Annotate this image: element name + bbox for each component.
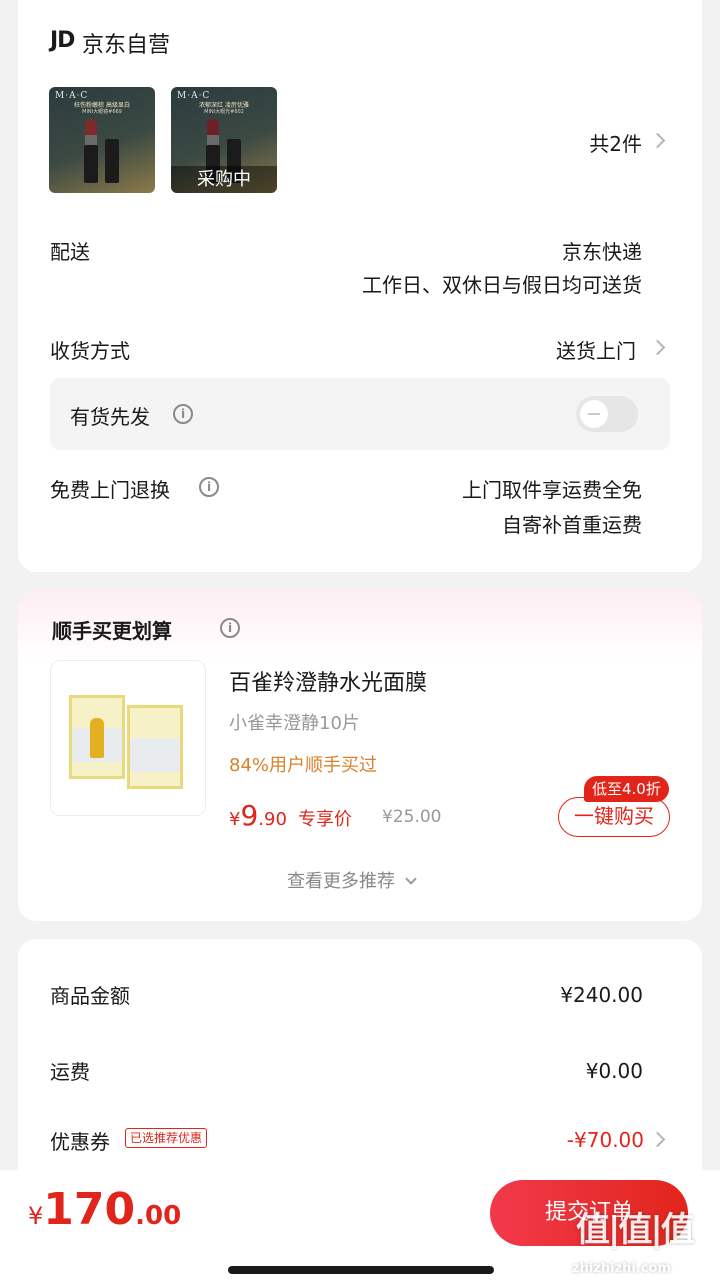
home-indicator[interactable]: [228, 1266, 494, 1274]
ship-first-row: 有货先发 i: [50, 378, 670, 450]
coupon-tag: 已选推荐优惠: [125, 1128, 208, 1148]
chevron-right-icon[interactable]: [649, 1131, 666, 1148]
watermark-logo: 值|值|值: [576, 1210, 695, 1250]
upsell-social-proof: 84%用户顺手买过: [229, 755, 378, 776]
chevron-right-icon[interactable]: [649, 132, 666, 149]
lipstick-bullet: [207, 119, 219, 135]
price-tag: 专享价: [298, 809, 353, 830]
mask-pack-back: [69, 695, 125, 779]
chevron-down-icon: [405, 873, 417, 885]
upsell-spec: 小雀幸澄静10片: [229, 713, 360, 734]
product-shade: MINI大眼光#602: [204, 109, 244, 115]
more-recommendations[interactable]: 查看更多推荐: [287, 867, 417, 893]
lipstick-tube: [84, 145, 98, 183]
total-currency: ¥: [28, 1202, 44, 1230]
upsell-price: ¥9.90 专享价: [229, 799, 352, 832]
goods-amount-value: ¥240.00: [560, 983, 643, 1007]
ship-first-toggle[interactable]: [576, 396, 638, 432]
receive-value[interactable]: 送货上门: [556, 335, 636, 364]
store-name: 京东自营: [82, 33, 171, 58]
product-thumb-1[interactable]: M·A·C 枉伤粉嫩棕 高级显白 MINI大眼镜#669: [49, 87, 155, 193]
jd-logo: JD: [50, 28, 75, 53]
price-integer: 9: [240, 799, 259, 832]
lipstick-bullet: [85, 119, 97, 135]
chevron-right-icon[interactable]: [649, 339, 666, 356]
bottom-bar: ¥170.00 提交订单 值|值|值 zhizhizhi.com: [0, 1170, 720, 1285]
delivery-label: 配送: [50, 240, 90, 264]
info-icon[interactable]: i: [220, 618, 240, 638]
receive-label: 收货方式: [50, 339, 130, 363]
mask-product-image[interactable]: [50, 660, 206, 816]
upsell-original-price: ¥25.00: [382, 807, 442, 827]
item-count[interactable]: 共2件: [589, 128, 642, 157]
info-icon[interactable]: i: [173, 404, 193, 424]
upsell-title: 顺手买更划算: [52, 619, 172, 643]
price-currency: ¥: [229, 809, 241, 830]
total-decimal: .00: [135, 1201, 182, 1231]
free-return-line2: 自寄补首重运费: [502, 513, 642, 537]
delivery-carrier: 京东快递: [562, 240, 642, 264]
toggle-knob: [580, 400, 608, 428]
lipstick-band: [85, 135, 97, 145]
free-return-label: 免费上门退换: [50, 478, 170, 502]
price-decimal: .90: [258, 809, 287, 830]
product-thumb-2[interactable]: M·A·C 浓郁深红 凌厉优雅 MINI大眼光#602 采购中: [171, 87, 277, 193]
upsell-product-name[interactable]: 百雀羚澄静水光面膜: [229, 665, 427, 697]
goods-amount-label: 商品金额: [50, 984, 130, 1008]
purchasing-caption: 采购中: [171, 166, 277, 193]
info-icon[interactable]: i: [199, 477, 219, 497]
coupon-value[interactable]: -¥70.00: [567, 1128, 644, 1152]
total-price: ¥170.00: [28, 1184, 181, 1235]
total-integer: 170: [43, 1184, 136, 1235]
upsell-card: 顺手买更划算 i 百雀羚澄静水光面膜 小雀幸澄静10片 84%用户顺手买过 ¥9…: [18, 590, 702, 921]
mask-pack-front: [127, 705, 183, 789]
more-label: 查看更多推荐: [287, 871, 395, 892]
delivery-schedule: 工作日、双休日与假日均可送货: [362, 273, 642, 297]
ship-first-label: 有货先发: [70, 405, 150, 429]
one-click-buy-button[interactable]: 一键购买: [558, 797, 670, 837]
product-shade: MINI大眼镜#669: [82, 109, 122, 115]
coupon-label: 优惠券: [50, 1130, 110, 1154]
summary-card: 商品金额 ¥240.00 运费 ¥0.00 优惠券 已选推荐优惠 -¥70.00: [18, 939, 702, 1199]
freight-value: ¥0.00: [585, 1059, 643, 1083]
watermark-url: zhizhizhi.com: [572, 1261, 671, 1276]
free-return-line1: 上门取件享运费全免: [462, 478, 642, 502]
store-card: JD 京东自营 M·A·C 枉伤粉嫩棕 高级显白 MINI大眼镜#669 M·A…: [18, 0, 702, 572]
lipstick-cap: [105, 139, 119, 183]
lipstick-band: [207, 135, 219, 145]
freight-label: 运费: [50, 1060, 90, 1084]
